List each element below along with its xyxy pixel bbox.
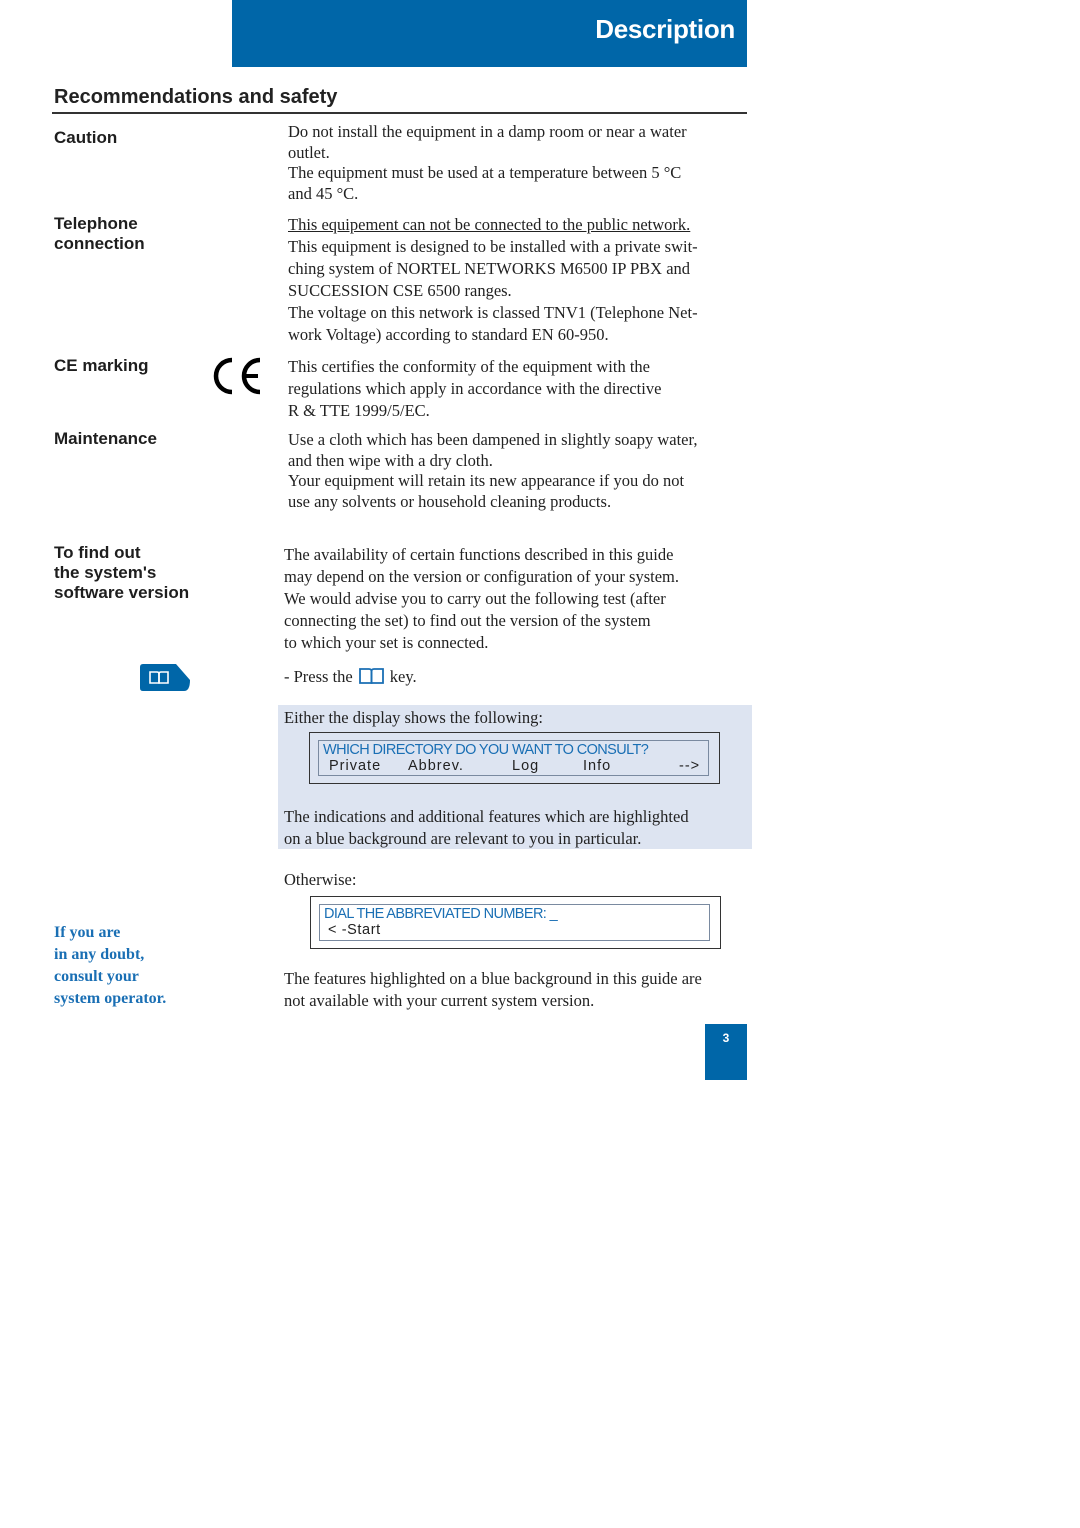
ce-line: R & TTE 1999/5/EC. — [288, 401, 430, 420]
otherwise-note-line: The features highlighted on a blue backg… — [284, 969, 702, 988]
dial-screen-inner: DIAL THE ABBREVIATED NUMBER: _ < -Start — [319, 904, 710, 941]
maintenance-line: use any solvents or household cleaning p… — [288, 491, 612, 511]
press-key-instruction: - Press the key. — [284, 666, 417, 688]
doubt-line: consult your — [54, 968, 139, 985]
chapter-header-band: Description — [232, 0, 747, 67]
directory-book-icon — [358, 668, 384, 684]
version-highlight-box: Either the display shows the following: … — [278, 705, 752, 849]
connection-line: work Voltage) according to standard EN 6… — [288, 325, 609, 344]
softkey-log[interactable]: Log — [512, 758, 583, 775]
version-line: We would advise you to carry out the fol… — [284, 589, 666, 608]
chapter-title: Description — [595, 14, 735, 44]
version-line: The availability of certain functions de… — [284, 545, 674, 564]
softkey-private[interactable]: Private — [323, 758, 408, 775]
display-screen: WHICH DIRECTORY DO YOU WANT TO CONSULT? … — [309, 732, 720, 784]
doubt-line: system operator. — [54, 990, 167, 1007]
caution-line: and 45 °C. — [288, 183, 359, 203]
software-version-text: The availability of certain functions de… — [284, 544, 679, 654]
display-screen-inner: WHICH DIRECTORY DO YOU WANT TO CONSULT? … — [318, 740, 709, 776]
page-number-tab: 3 — [705, 1024, 747, 1080]
caution-text: Do not install the equipment in a damp r… — [288, 122, 687, 204]
highlight-note-line: The indications and additional features … — [284, 807, 689, 826]
display-intro: Either the display shows the following: — [284, 708, 543, 727]
dial-screen-title: DIAL THE ABBREVIATED NUMBER: _ — [324, 906, 558, 922]
section-divider — [52, 112, 747, 114]
otherwise-note-line: not available with your current system v… — [284, 991, 595, 1010]
label-line: the system's — [54, 563, 157, 582]
label-line: Telephone — [54, 214, 138, 233]
connection-line: This equipment is designed to be install… — [288, 237, 698, 256]
ce-mark-icon — [213, 357, 261, 395]
caution-label: Caution — [54, 128, 118, 147]
doubt-margin-note: If you are in any doubt, consult your sy… — [54, 922, 166, 1010]
directory-key-icon — [140, 664, 190, 691]
ce-marking-text: This certifies the conformity of the equ… — [288, 356, 661, 422]
caution-line: Do not install the equipment in a damp r… — [288, 122, 687, 141]
press-suffix: key. — [389, 667, 417, 686]
software-version-label: To find out the system's software versio… — [54, 543, 189, 603]
label-line: software version — [54, 583, 190, 602]
doubt-line: in any doubt, — [54, 946, 145, 963]
dial-screen: DIAL THE ABBREVIATED NUMBER: _ < -Start — [310, 896, 721, 949]
softkey-info[interactable]: Info — [583, 758, 679, 775]
telephone-connection-text: This equipement can not be connected to … — [288, 214, 698, 346]
maintenance-line: Your equipment will retain its new appea… — [288, 471, 685, 490]
connection-line: The voltage on this network is classed T… — [288, 303, 698, 322]
softkey-abbrev[interactable]: Abbrev. — [408, 758, 512, 775]
caution-line: The equipment must be used at a temperat… — [288, 163, 682, 182]
version-line: to which your set is connected. — [284, 633, 489, 652]
display-options: Private Abbrev. Log Info --> — [323, 758, 704, 775]
connection-line: SUCCESSION CSE 6500 ranges. — [288, 281, 512, 300]
public-network-warning: This equipement can not be connected to … — [288, 215, 691, 234]
connection-line: ching system of NORTEL NETWORKS M6500 IP… — [288, 259, 691, 278]
maintenance-line: Use a cloth which has been dampened in s… — [288, 430, 698, 449]
label-line: connection — [54, 234, 145, 253]
version-line: may depend on the version or configurati… — [284, 567, 679, 586]
otherwise-intro: Otherwise: — [284, 870, 357, 889]
highlight-note-line: on a blue background are relevant to you… — [284, 829, 642, 848]
maintenance-line: and then wipe with a dry cloth. — [288, 450, 493, 470]
caution-line: outlet. — [288, 142, 330, 162]
version-line: connecting the set) to find out the vers… — [284, 611, 651, 630]
softkey-next-arrow[interactable]: --> — [679, 758, 700, 775]
highlight-note: The indications and additional features … — [284, 806, 689, 850]
ce-line: This certifies the conformity of the equ… — [288, 357, 650, 376]
otherwise-note: The features highlighted on a blue backg… — [284, 968, 702, 1012]
section-title: Recommendations and safety — [54, 86, 338, 108]
doubt-line: If you are — [54, 924, 121, 941]
ce-line: regulations which apply in accordance wi… — [288, 379, 662, 398]
display-title: WHICH DIRECTORY DO YOU WANT TO CONSULT? — [323, 742, 649, 758]
softkey-start[interactable]: < -Start — [324, 922, 705, 939]
maintenance-text: Use a cloth which has been dampened in s… — [288, 430, 697, 512]
label-line: To find out — [54, 543, 141, 562]
telephone-connection-label: Telephone connection — [54, 214, 145, 254]
maintenance-label: Maintenance — [54, 429, 157, 448]
press-prefix: - Press the — [284, 667, 353, 686]
page-number: 3 — [722, 1031, 730, 1045]
ce-marking-label: CE marking — [54, 356, 149, 375]
